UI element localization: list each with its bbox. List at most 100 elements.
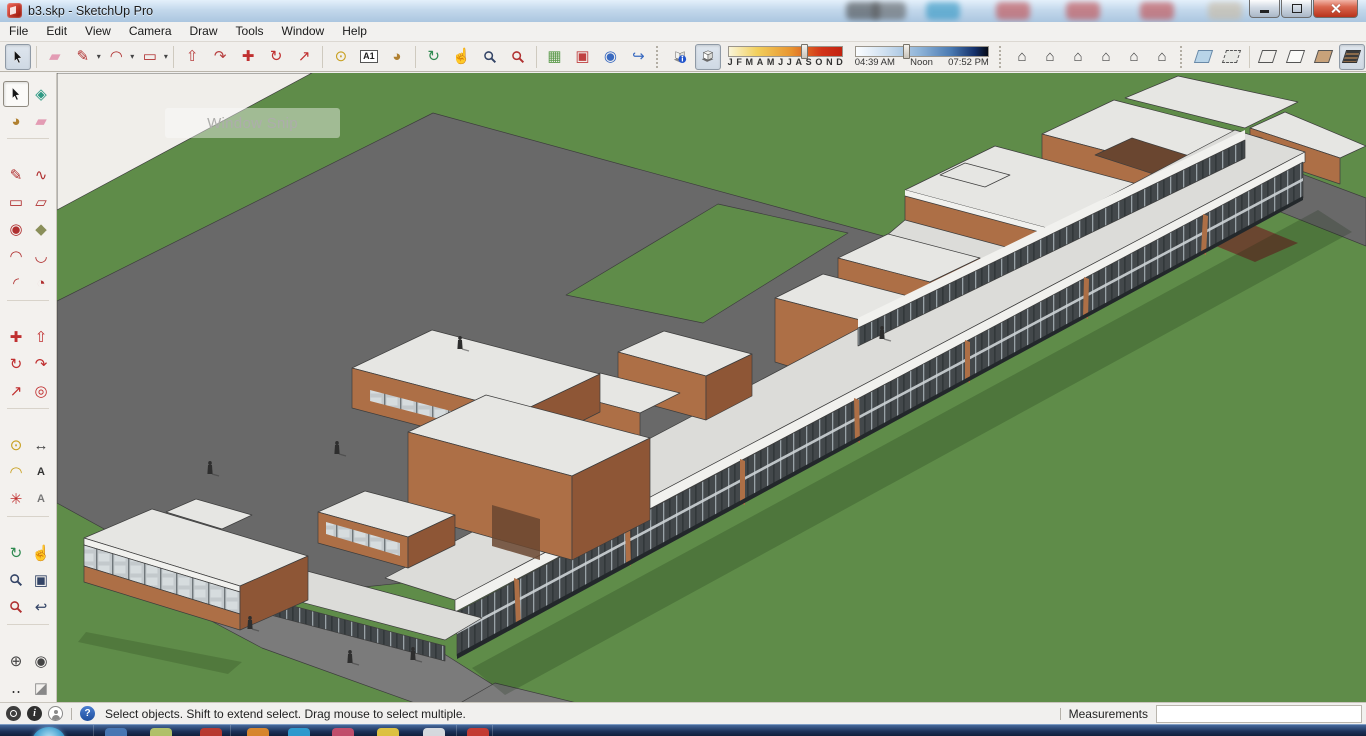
followme-tool[interactable]: ↷ — [207, 44, 233, 70]
shadow-date-slider[interactable]: JFMAMJJASOND — [727, 43, 843, 70]
credits-info-icon[interactable]: i — [27, 706, 42, 721]
palette-eraser-tool[interactable]: ▰ — [28, 108, 54, 134]
taskbar-app-icon[interactable] — [423, 728, 445, 736]
palette-rotated-rectangle-tool[interactable]: ▱ — [28, 189, 54, 215]
help-icon[interactable]: ? — [80, 706, 95, 721]
text-tool[interactable]: A1 — [356, 44, 382, 70]
palette-followme-tool[interactable]: ↷ — [28, 351, 54, 377]
palette-two-point-arc-tool[interactable]: ◡ — [28, 243, 54, 269]
palette-circle-tool[interactable]: ◉ — [3, 216, 29, 242]
model-viewport[interactable]: Window Snip — [57, 73, 1366, 702]
line-tool-dropdown[interactable]: ▾ — [97, 52, 103, 61]
palette-walk-tool[interactable]: ‥ — [3, 675, 29, 701]
menu-draw[interactable]: Draw — [181, 22, 227, 41]
palette-position-camera-tool[interactable]: ⊕ — [3, 648, 29, 674]
orbit-tool[interactable]: ↻ — [421, 44, 447, 70]
style-back-edges-button[interactable] — [1218, 44, 1244, 70]
palette-3d-text-tool[interactable]: A — [28, 486, 54, 512]
sign-in-icon[interactable] — [48, 706, 63, 721]
taskbar-app-icon[interactable] — [288, 728, 310, 736]
taskbar-app-icon[interactable] — [150, 728, 172, 736]
menu-help[interactable]: Help — [333, 22, 376, 41]
photo-textures-button[interactable]: ▣ — [569, 44, 595, 70]
start-orb-icon[interactable] — [32, 727, 66, 736]
add-location-button[interactable]: ▦ — [541, 44, 567, 70]
palette-paint-bucket-tool[interactable]: ◕ — [3, 108, 29, 134]
palette-offset-tool[interactable]: ◎ — [28, 378, 54, 404]
rectangle-tool[interactable]: ▭ — [137, 44, 163, 70]
palette-protractor-tool[interactable]: ◠ — [3, 459, 29, 485]
style-shaded-textures-button[interactable] — [1338, 43, 1365, 70]
palette-text-tool[interactable]: A — [28, 459, 54, 485]
palette-pan-tool[interactable]: ☝ — [28, 540, 54, 566]
menu-camera[interactable]: Camera — [120, 22, 181, 41]
palette-dimension-tool[interactable]: ↔ — [28, 432, 54, 458]
rotate-tool[interactable]: ↻ — [263, 44, 289, 70]
palette-zoom-extents-tool[interactable] — [3, 594, 29, 620]
palette-rectangle-tool[interactable]: ▭ — [3, 189, 29, 215]
taskbar-app-icon[interactable] — [467, 728, 489, 736]
palette-look-around-tool[interactable]: ◉ — [28, 648, 54, 674]
shadow-toggle-button[interactable] — [694, 43, 721, 70]
view-top-button[interactable]: ⌂ — [1037, 44, 1063, 70]
measurements-input[interactable] — [1156, 704, 1362, 723]
menu-tools[interactable]: Tools — [227, 22, 273, 41]
style-shaded-button[interactable] — [1311, 44, 1337, 70]
palette-move-tool[interactable]: ✚ — [3, 324, 29, 350]
restore-button[interactable] — [1281, 0, 1312, 18]
palette-three-point-arc-tool[interactable]: ◜ — [3, 270, 29, 296]
tape-measure-tool[interactable]: ⊙ — [328, 44, 354, 70]
palette-axes-tool[interactable]: ✳ — [3, 486, 29, 512]
minimize-button[interactable] — [1249, 0, 1280, 18]
palette-arc-tool[interactable]: ◠ — [3, 243, 29, 269]
style-wireframe-button[interactable] — [1255, 44, 1281, 70]
shadow-time-slider[interactable]: 04:39 AM Noon 07:52 PM — [854, 43, 989, 70]
style-xray-button[interactable] — [1190, 44, 1216, 70]
palette-zoom-tool[interactable] — [3, 567, 29, 593]
palette-tape-measure-tool[interactable]: ⊙ — [3, 432, 29, 458]
menu-window[interactable]: Window — [273, 22, 334, 41]
palette-zoom-window-tool[interactable]: ▣ — [28, 567, 54, 593]
taskbar-app-icon[interactable] — [247, 728, 269, 736]
rectangle-tool-dropdown[interactable]: ▾ — [164, 52, 170, 61]
palette-line-tool[interactable]: ✎ — [3, 162, 29, 188]
taskbar-app-icon[interactable] — [377, 728, 399, 736]
palette-orbit-tool[interactable]: ↻ — [3, 540, 29, 566]
warehouse-button[interactable]: ◉ — [597, 44, 623, 70]
palette-zoom-previous-tool[interactable]: ↩ — [28, 594, 54, 620]
eraser-tool[interactable]: ▰ — [42, 44, 68, 70]
shadow-settings-button[interactable] — [667, 44, 693, 70]
pan-tool[interactable]: ☝ — [449, 44, 475, 70]
taskbar-app-icon[interactable] — [200, 728, 222, 736]
taskbar-app-icon[interactable] — [332, 728, 354, 736]
windows-taskbar[interactable] — [0, 724, 1366, 736]
paint-bucket-tool[interactable]: ◕ — [384, 44, 410, 70]
pushpull-tool[interactable]: ⇧ — [179, 44, 205, 70]
taskbar-app-icon[interactable] — [105, 728, 127, 736]
palette-section-plane-tool[interactable]: ◪ — [28, 675, 54, 701]
palette-scale-tool[interactable]: ↗ — [3, 378, 29, 404]
palette-make-component-tool[interactable]: ◈ — [28, 81, 54, 107]
palette-freehand-tool[interactable]: ∿ — [28, 162, 54, 188]
view-right-button[interactable]: ⌂ — [1093, 44, 1119, 70]
view-front-button[interactable]: ⌂ — [1065, 44, 1091, 70]
zoom-extents-tool[interactable] — [505, 44, 531, 70]
view-left-button[interactable]: ⌂ — [1149, 44, 1175, 70]
move-tool[interactable]: ✚ — [235, 44, 261, 70]
title-bar[interactable]: b3.skp - SketchUp Pro — [0, 0, 1366, 22]
share-model-button[interactable]: ↪ — [625, 44, 651, 70]
palette-select-tool[interactable] — [3, 81, 29, 107]
menu-file[interactable]: File — [0, 22, 37, 41]
zoom-tool[interactable] — [477, 44, 503, 70]
arc-tool[interactable]: ◠ — [103, 44, 129, 70]
palette-pie-tool[interactable]: ◔ — [28, 270, 54, 296]
geolocation-icon[interactable] — [6, 706, 21, 721]
palette-pushpull-tool[interactable]: ⇧ — [28, 324, 54, 350]
menu-view[interactable]: View — [76, 22, 120, 41]
view-back-button[interactable]: ⌂ — [1121, 44, 1147, 70]
style-hidden-line-button[interactable] — [1283, 44, 1309, 70]
line-tool[interactable]: ✎ — [70, 44, 96, 70]
select-tool[interactable] — [5, 43, 31, 70]
arc-tool-dropdown[interactable]: ▾ — [130, 52, 136, 61]
close-button[interactable] — [1313, 0, 1358, 18]
